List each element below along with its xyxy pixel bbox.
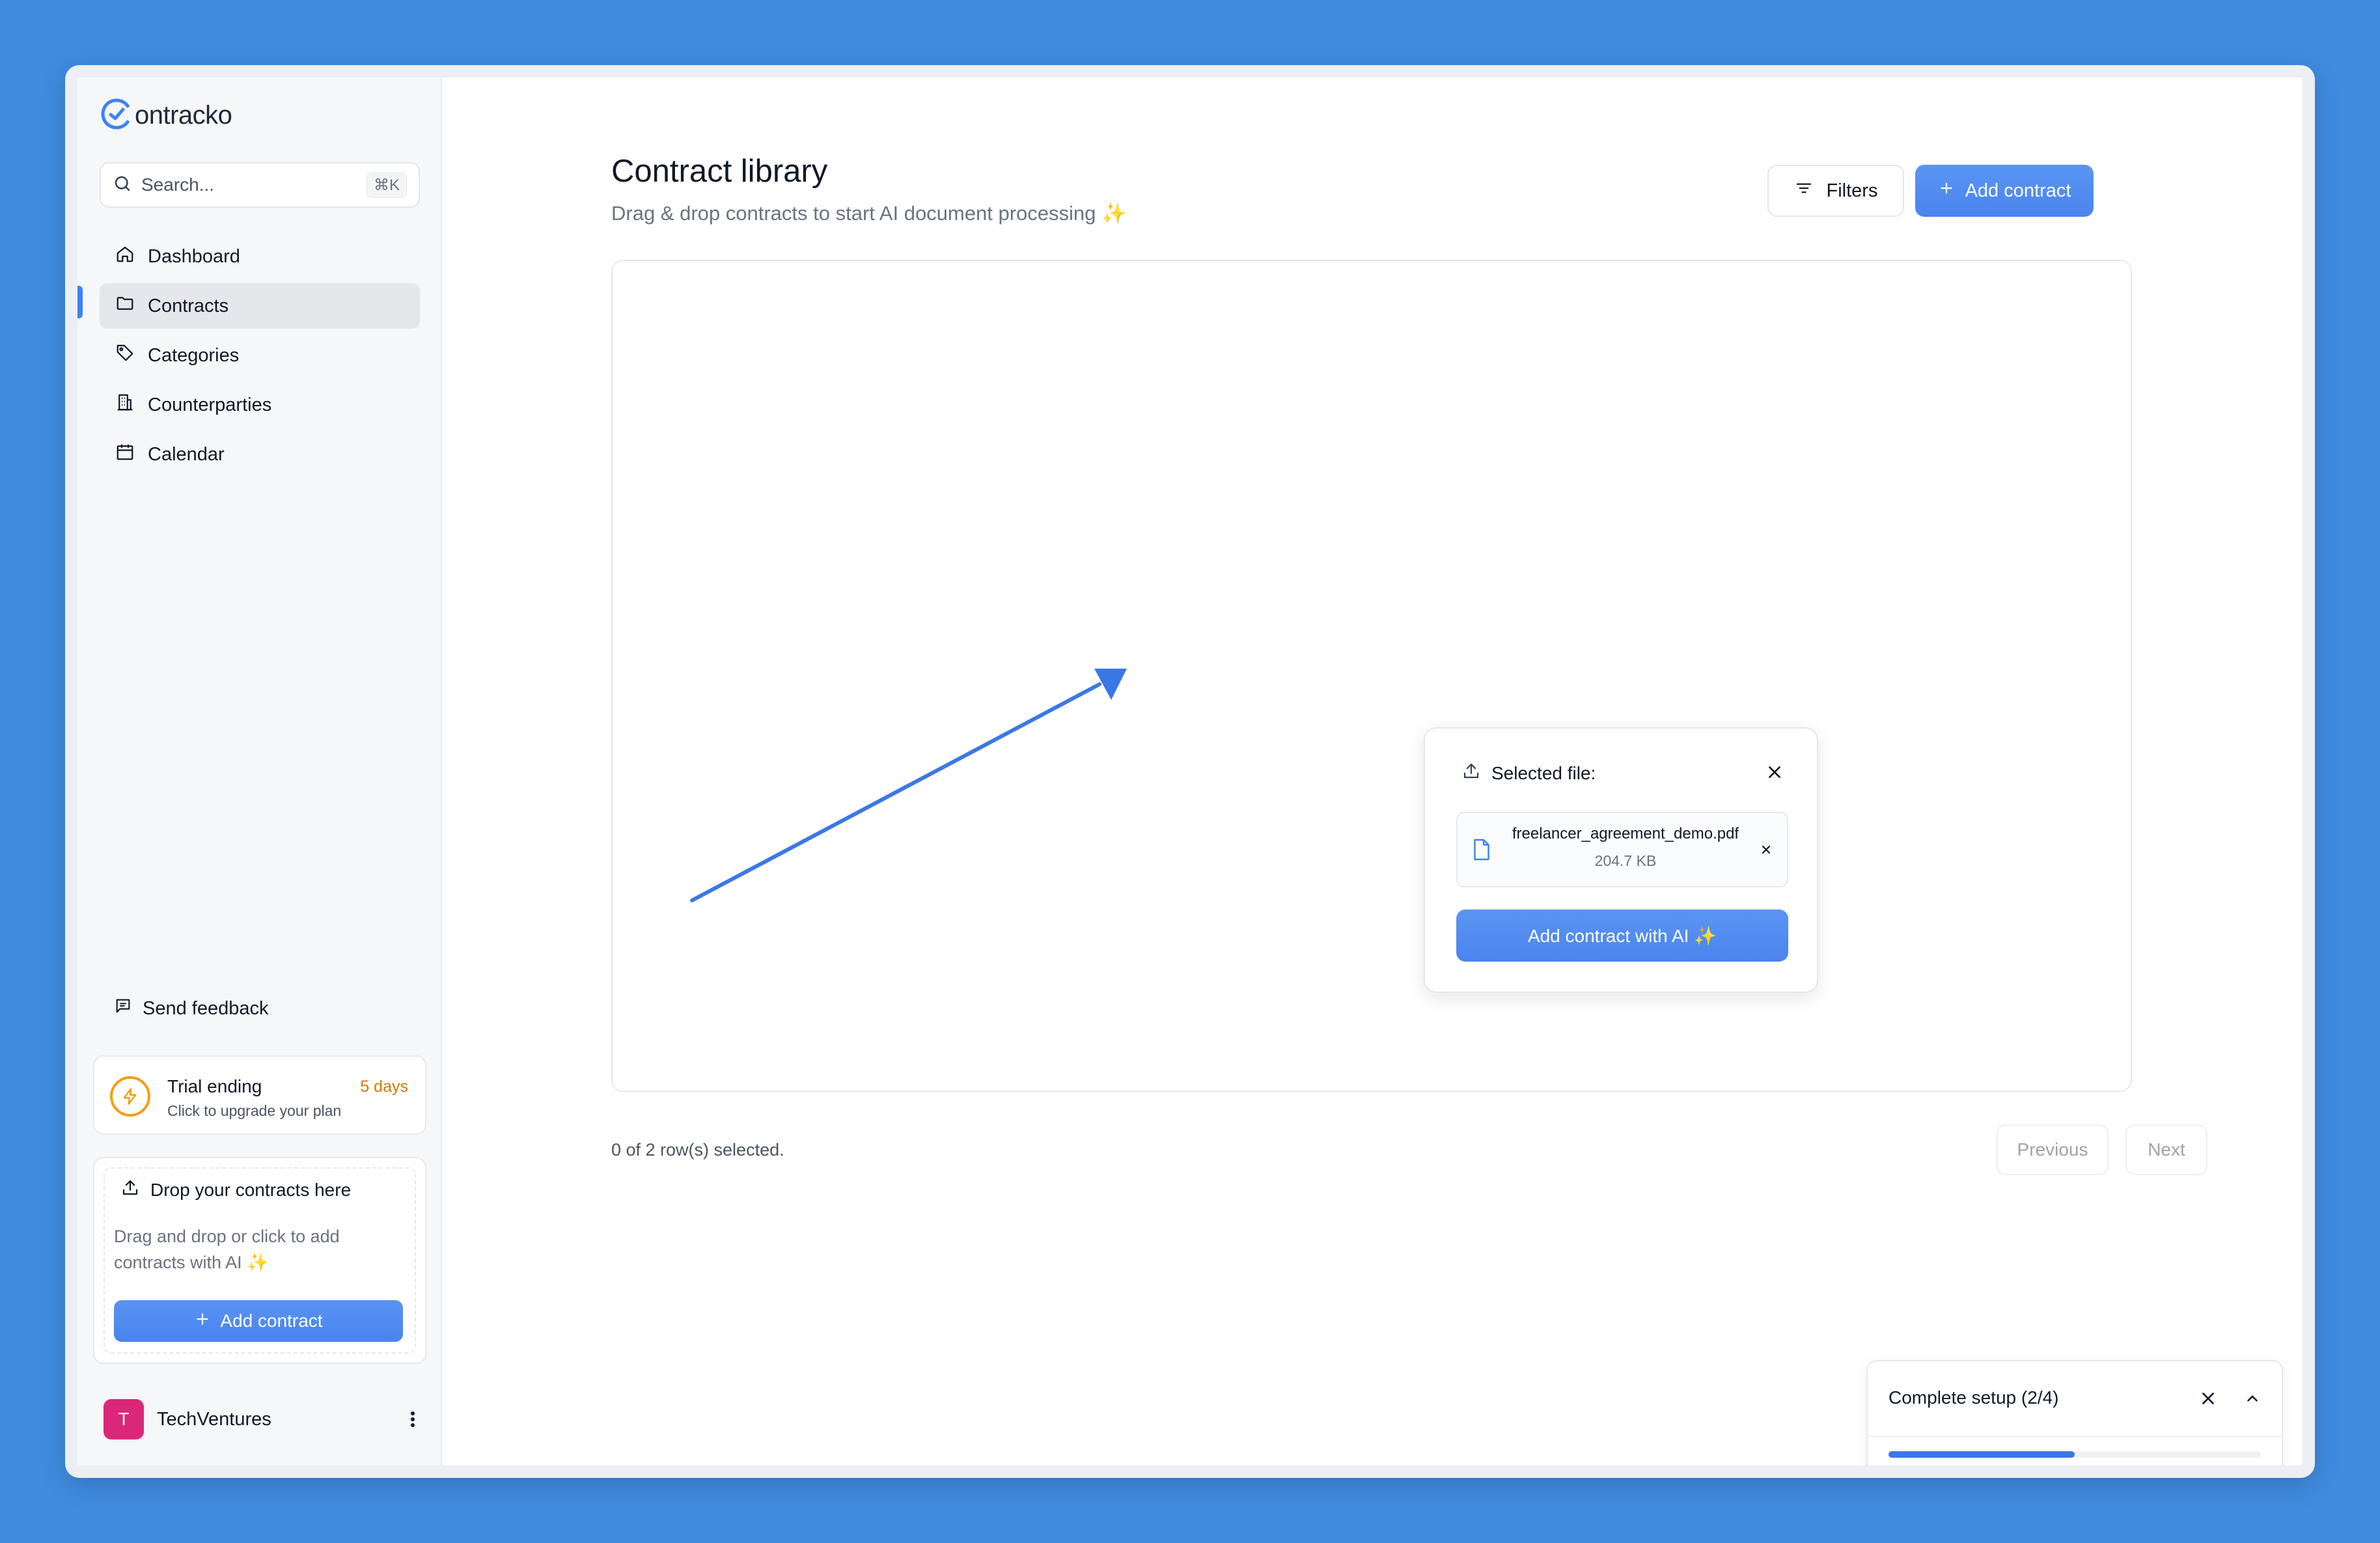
user-name: TechVentures — [157, 1408, 271, 1430]
search-placeholder: Search... — [141, 174, 215, 195]
sidebar-item-label: Calendar — [148, 443, 225, 465]
dropzone-description: Drag and drop or click to add contracts … — [114, 1227, 340, 1272]
filters-button[interactable]: Filters — [1767, 165, 1904, 217]
upload-icon — [120, 1178, 140, 1202]
sidebar-item-label: Dashboard — [148, 245, 240, 267]
setup-progress-bar — [1889, 1451, 2261, 1458]
home-icon — [115, 244, 135, 269]
add-contract-button[interactable]: Add contract — [1915, 165, 2094, 217]
user-account[interactable]: T TechVentures — [104, 1399, 422, 1439]
avatar: T — [104, 1399, 144, 1439]
page-title: Contract library — [611, 154, 828, 189]
trial-days: 5 days — [360, 1077, 408, 1096]
bolt-icon — [110, 1076, 150, 1117]
folder-icon — [115, 294, 135, 318]
building-icon — [115, 393, 135, 417]
sidebar-add-contract-button[interactable]: Add contract — [114, 1300, 403, 1342]
message-icon — [114, 997, 132, 1020]
feedback-label: Send feedback — [143, 997, 269, 1019]
popover-heading: Selected file: — [1461, 761, 1596, 785]
logo-check-icon — [100, 97, 133, 134]
sidebar: ontracko Search... ⌘K Dashboard Contract… — [77, 77, 442, 1466]
previous-page-button[interactable]: Previous — [1997, 1124, 2109, 1175]
plus-icon — [1938, 180, 1955, 202]
sidebar-nav: Dashboard Contracts Categories Counterpa… — [100, 234, 420, 481]
sidebar-item-label: Counterparties — [148, 394, 272, 415]
remove-file-icon[interactable] — [1760, 843, 1773, 859]
brand-logo[interactable]: ontracko — [100, 97, 232, 134]
trial-subtitle: Click to upgrade your plan — [167, 1102, 342, 1119]
annotation-arrow — [690, 669, 1127, 902]
sidebar-item-dashboard[interactable]: Dashboard — [100, 234, 420, 279]
next-page-button[interactable]: Next — [2125, 1124, 2207, 1175]
brand-name: ontracko — [135, 101, 232, 130]
upload-icon — [1461, 761, 1481, 785]
sidebar-item-label: Categories — [148, 344, 240, 366]
filter-icon — [1794, 178, 1814, 203]
send-feedback-link[interactable]: Send feedback — [114, 997, 268, 1020]
search-icon — [113, 174, 132, 197]
file-name: freelancer_agreement_demo.pdf — [1512, 825, 1739, 842]
plus-icon — [194, 1311, 211, 1332]
setup-checklist[interactable]: Complete setup (2/4) — [1866, 1360, 2283, 1466]
trial-title: Trial ending — [167, 1076, 262, 1096]
app-window: ontracko Search... ⌘K Dashboard Contract… — [65, 65, 2315, 1478]
search-shortcut: ⌘K — [366, 172, 407, 198]
add-contract-with-ai-button[interactable]: Add contract with AI ✨ — [1456, 910, 1788, 962]
active-indicator — [77, 286, 83, 318]
calendar-icon — [115, 442, 135, 467]
sidebar-dropzone[interactable]: Drop your contracts here Drag and drop o… — [93, 1157, 426, 1364]
app-container: ontracko Search... ⌘K Dashboard Contract… — [77, 77, 2303, 1466]
search-input[interactable]: Search... ⌘K — [100, 162, 420, 208]
chevron-up-icon[interactable] — [2244, 1390, 2261, 1410]
close-icon[interactable] — [2200, 1390, 2217, 1410]
setup-progress-fill — [1889, 1451, 2075, 1458]
sidebar-item-categories[interactable]: Categories — [100, 333, 420, 378]
sidebar-item-contracts[interactable]: Contracts — [100, 283, 420, 329]
setup-title: Complete setup (2/4) — [1889, 1387, 2059, 1408]
sidebar-item-calendar[interactable]: Calendar — [100, 432, 420, 477]
page-subtitle: Drag & drop contracts to start AI docume… — [611, 202, 1127, 225]
rows-selected-text: 0 of 2 row(s) selected. — [611, 1140, 784, 1160]
main-content: Contract library Drag & drop contracts t… — [442, 77, 2303, 1466]
file-size: 204.7 KB — [1594, 852, 1657, 869]
trial-banner[interactable]: Trial ending Click to upgrade your plan … — [93, 1055, 426, 1135]
dropzone-title: Drop your contracts here — [120, 1178, 351, 1202]
sidebar-item-counterparties[interactable]: Counterparties — [100, 382, 420, 428]
divider — [1868, 1436, 2282, 1437]
contract-dropzone[interactable]: Selected file: freelancer_agreement_demo… — [611, 260, 2132, 1092]
close-icon[interactable] — [1766, 764, 1783, 784]
selected-file-popover: Selected file: freelancer_agreement_demo… — [1424, 727, 1818, 993]
more-vertical-icon[interactable] — [403, 1410, 422, 1429]
file-card: freelancer_agreement_demo.pdf 204.7 KB — [1456, 812, 1788, 887]
sidebar-item-label: Contracts — [148, 295, 229, 316]
tag-icon — [115, 343, 135, 368]
